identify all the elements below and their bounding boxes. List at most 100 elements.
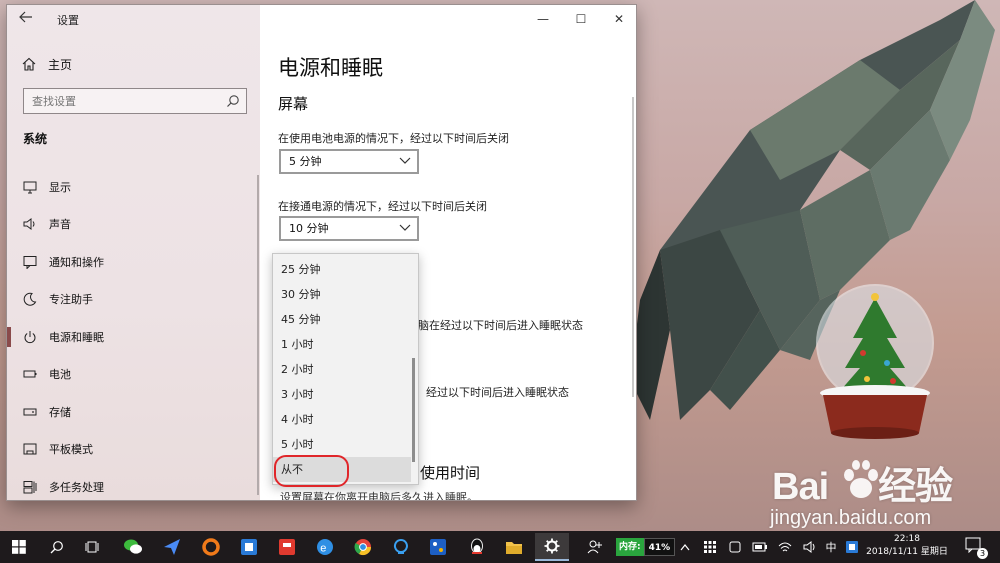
maximize-button[interactable]: ☐: [562, 5, 600, 33]
sidebar-item-battery[interactable]: 电池: [7, 356, 260, 394]
memory-monitor[interactable]: 内存: 41%: [616, 538, 676, 556]
people-icon: [587, 540, 602, 554]
wifi-icon: [778, 542, 792, 552]
ie-browser-app[interactable]: e: [308, 533, 342, 561]
sidebar-item-sound[interactable]: 声音: [7, 206, 260, 244]
sidebar-item-label: 专注助手: [49, 293, 93, 307]
plugged-screen-off-select[interactable]: 10 分钟: [279, 216, 419, 241]
people-button[interactable]: [578, 533, 612, 561]
tray-overflow-button[interactable]: [676, 531, 694, 563]
taskbar-clock[interactable]: 22:18 2018/11/11 星期日: [862, 533, 952, 559]
app-blue-bubble[interactable]: [384, 533, 418, 561]
dropdown-option[interactable]: 3 小时: [273, 382, 411, 407]
chrome-app[interactable]: [346, 533, 380, 561]
sidebar-item-multitasking[interactable]: 多任务处理: [7, 468, 260, 500]
timeout-dropdown-list: 25 分钟 30 分钟 45 分钟 1 小时 2 小时 3 小时 4 小时 5 …: [272, 253, 419, 485]
tablet-icon: [23, 443, 37, 455]
sidebar-item-label: 电源和睡眠: [49, 330, 104, 344]
paw-icon: [844, 460, 878, 498]
dropdown-option[interactable]: 5 小时: [273, 432, 411, 457]
dropdown-option[interactable]: 1 小时: [273, 332, 411, 357]
chevron-down-icon: [399, 157, 411, 164]
action-center-button[interactable]: 3: [965, 537, 988, 559]
dropdown-scrollbar[interactable]: [412, 358, 415, 462]
title-bar: 设置: [7, 5, 260, 33]
usage-time-heading: 使用时间: [420, 464, 481, 482]
sidebar-section-title: 系统: [23, 132, 48, 146]
paper-plane-icon: [164, 539, 180, 555]
gear-icon: [544, 538, 560, 554]
app-orange[interactable]: [194, 533, 228, 561]
file-explorer-app[interactable]: [497, 533, 531, 561]
tray-volume[interactable]: [800, 531, 820, 563]
sidebar-item-storage[interactable]: 存储: [7, 393, 260, 431]
search-taskbar-button[interactable]: [40, 533, 74, 561]
settings-app-active[interactable]: [535, 533, 569, 561]
tray-battery[interactable]: [750, 531, 770, 563]
sidebar-item-home[interactable]: 主页: [22, 54, 72, 74]
content-scrollbar[interactable]: [632, 97, 634, 397]
sidebar-item-label: 声音: [49, 218, 71, 232]
qq-app[interactable]: [460, 533, 494, 561]
start-button[interactable]: [2, 533, 36, 561]
back-button[interactable]: [19, 10, 37, 28]
minimize-button[interactable]: —: [524, 5, 562, 33]
penguin-icon: [471, 538, 483, 554]
dropdown-option[interactable]: 30 分钟: [273, 282, 411, 307]
sidebar-item-display[interactable]: 显示: [7, 168, 260, 206]
memory-label: 内存:: [616, 538, 644, 556]
snow-globe-graphic: [816, 284, 934, 439]
tray-app-grid[interactable]: [700, 531, 720, 563]
sidebar-item-label: 平板模式: [49, 443, 93, 457]
sidebar-item-label: 多任务处理: [49, 480, 104, 494]
app-red-square[interactable]: [270, 533, 304, 561]
tray-app-2[interactable]: [725, 531, 745, 563]
sleep-battery-label-partial: 脑在经过以下时间后进入睡眠状态: [418, 319, 583, 332]
search-icon: [50, 541, 63, 554]
clock-date: 2018/11/11 星期日: [866, 547, 948, 557]
sidebar-item-tablet-mode[interactable]: 平板模式: [7, 431, 260, 469]
blue-bubble-icon: [393, 539, 408, 554]
tray-app-3[interactable]: [843, 531, 861, 563]
sidebar-scrollbar[interactable]: [257, 175, 259, 495]
moon-icon: [23, 292, 37, 306]
sidebar-item-power-sleep[interactable]: 电源和睡眠: [7, 318, 260, 356]
feishu-app[interactable]: [155, 533, 189, 561]
watermark-url: jingyan.baidu.com: [770, 507, 932, 529]
battery-screen-off-select[interactable]: 5 分钟: [279, 149, 419, 174]
red-app-icon: [279, 539, 295, 555]
wechat-app[interactable]: [116, 533, 150, 561]
close-button[interactable]: ✕: [600, 5, 636, 33]
app-blue-square[interactable]: [232, 533, 266, 561]
plugged-screen-off-label: 在接通电源的情况下，经过以下时间后关闭: [278, 200, 487, 213]
battery-icon: [752, 542, 767, 552]
sidebar-item-focus-assist[interactable]: 专注助手: [7, 281, 260, 319]
volume-icon: [803, 541, 815, 553]
dropdown-option[interactable]: 25 分钟: [273, 257, 411, 282]
dropdown-option[interactable]: 45 分钟: [273, 307, 411, 332]
power-icon: [24, 330, 36, 343]
tray-app-icon: [729, 541, 741, 553]
task-view-icon: [85, 541, 99, 553]
tray-app-icon: [846, 541, 858, 553]
sidebar-item-notifications[interactable]: 通知和操作: [7, 243, 260, 281]
app-store[interactable]: [421, 533, 455, 561]
multitask-icon: [23, 480, 37, 494]
search-input[interactable]: [24, 89, 224, 113]
task-view-button[interactable]: [76, 533, 110, 561]
grid-icon: [704, 541, 716, 553]
speaker-icon: [23, 218, 35, 231]
notification-count-badge: 3: [977, 548, 988, 559]
tray-wifi[interactable]: [775, 531, 795, 563]
sidebar-item-label: 存储: [49, 405, 71, 419]
browser-e-icon: e: [317, 539, 333, 555]
search-icon[interactable]: [226, 94, 240, 108]
dropdown-option[interactable]: 4 小时: [273, 407, 411, 432]
dropdown-option[interactable]: 2 小时: [273, 357, 411, 382]
chevron-down-icon: [399, 224, 411, 231]
battery-icon: [23, 370, 37, 378]
settings-search-box[interactable]: [23, 88, 247, 114]
home-label: 主页: [48, 57, 73, 72]
store-icon: [430, 539, 446, 555]
ime-indicator[interactable]: 中: [822, 531, 840, 563]
